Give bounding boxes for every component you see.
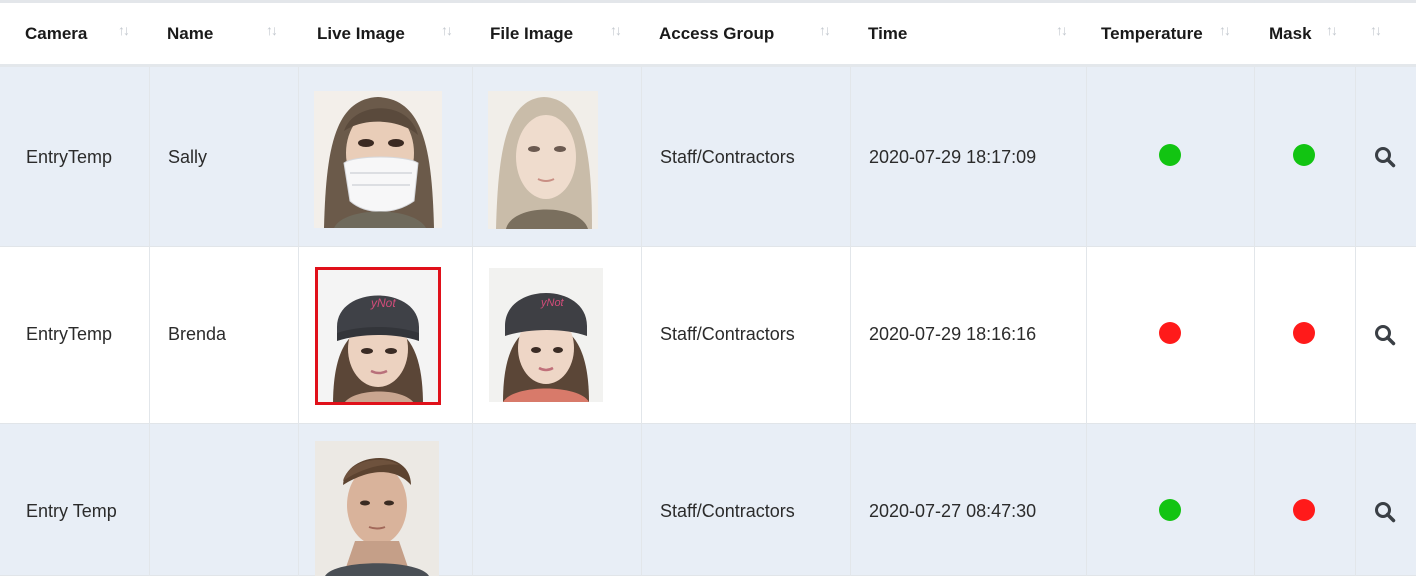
header-access-group[interactable]: Access Group [659, 3, 774, 65]
svg-text:yNot: yNot [540, 297, 565, 309]
live-image[interactable] [315, 441, 439, 576]
sort-arrows-icon[interactable]: ↑↓ [1219, 22, 1231, 38]
search-icon[interactable] [1374, 324, 1396, 346]
mask-status-indicator [1293, 499, 1315, 521]
sort-arrows-icon[interactable]: ↑↓ [441, 22, 453, 38]
header-label: Camera [25, 24, 88, 43]
header-label: Time [868, 24, 908, 43]
header-label: Live Image [317, 24, 405, 43]
header-mask[interactable]: Mask [1269, 3, 1312, 65]
cell-camera: EntryTemp [26, 147, 113, 167]
search-icon[interactable] [1374, 146, 1396, 168]
temperature-status-indicator [1159, 144, 1181, 166]
events-table: Camera ↑↓ Name ↑↓ Live Image ↑↓ File Ima… [0, 0, 1416, 576]
column-divider [150, 0, 299, 576]
cell-time: 2020-07-27 08:47:30 [869, 501, 1037, 521]
cell-access-group: Staff/Contractors [660, 147, 795, 167]
header-time[interactable]: Time [868, 3, 907, 65]
header-label: Name [167, 24, 214, 43]
column-divider [642, 0, 851, 576]
cell-time: 2020-07-29 18:17:09 [869, 147, 1037, 167]
file-image[interactable] [488, 91, 598, 229]
header-file-image[interactable]: File Image [490, 3, 573, 65]
sort-arrows-icon[interactable]: ↑↓ [118, 22, 130, 38]
cell-name: Brenda [168, 324, 227, 344]
cell-access-group: Staff/Contractors [660, 501, 795, 521]
cell-time: 2020-07-29 18:16:16 [869, 324, 1037, 344]
cell-camera: EntryTemp [26, 324, 113, 344]
cell-name: Sally [168, 147, 208, 167]
header-label: File Image [490, 24, 574, 43]
mask-status-indicator [1293, 322, 1315, 344]
sort-arrows-icon[interactable]: ↑↓ [610, 22, 622, 38]
temperature-status-indicator [1159, 322, 1181, 344]
header-label: Mask [1269, 24, 1312, 43]
live-image-highlight [315, 267, 441, 405]
search-icon[interactable] [1374, 501, 1396, 523]
header-label: Temperature [1101, 24, 1203, 43]
column-divider [0, 0, 150, 576]
mask-status-indicator [1293, 144, 1315, 166]
header-temperature[interactable]: Temperature [1101, 3, 1203, 65]
column-divider [1255, 0, 1356, 576]
file-image[interactable]: yNot [489, 268, 603, 402]
header-camera[interactable]: Camera [25, 3, 87, 65]
header-live-image[interactable]: Live Image [317, 3, 405, 65]
sort-arrows-icon[interactable]: ↑↓ [266, 22, 278, 38]
header-name[interactable]: Name [167, 3, 213, 65]
cell-camera: Entry Temp [26, 501, 117, 521]
sort-arrows-icon[interactable]: ↑↓ [1370, 22, 1382, 38]
sort-arrows-icon[interactable]: ↑↓ [819, 22, 831, 38]
column-divider [851, 0, 1087, 576]
header-label: Access Group [659, 24, 775, 43]
live-image[interactable] [314, 91, 442, 228]
temperature-status-indicator [1159, 499, 1181, 521]
sort-arrows-icon[interactable]: ↑↓ [1326, 22, 1338, 38]
sort-arrows-icon[interactable]: ↑↓ [1056, 22, 1068, 38]
column-divider [1087, 0, 1255, 576]
cell-access-group: Staff/Contractors [660, 324, 795, 344]
